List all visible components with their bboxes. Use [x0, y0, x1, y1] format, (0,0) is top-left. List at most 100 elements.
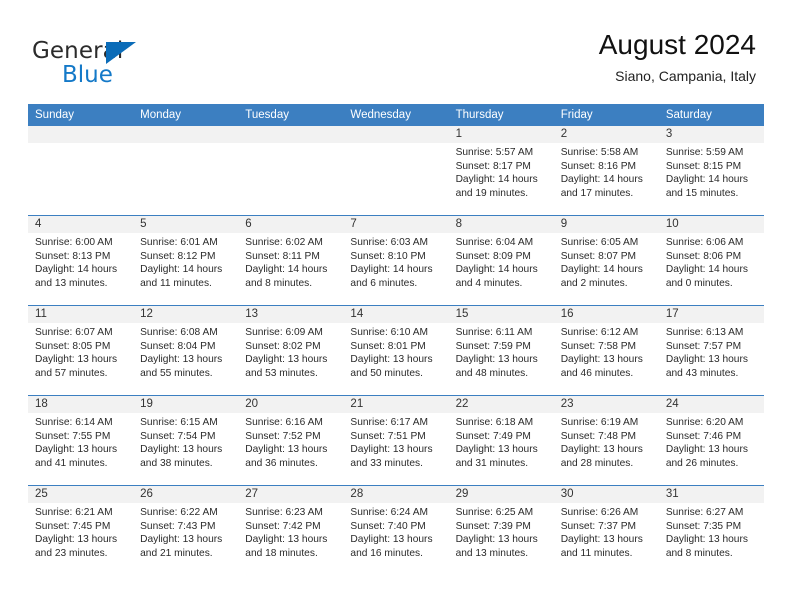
day-details: Sunrise: 6:16 AM Sunset: 7:52 PM Daylight:…	[238, 413, 343, 470]
daylight-text-line1: Daylight: 13 hours	[455, 534, 538, 546]
day-details: Sunrise: 6:11 AM Sunset: 7:59 PM Daylight:…	[449, 323, 554, 380]
day-number: 16	[560, 308, 574, 320]
day-cell[interactable]: 21 Sunrise: 6:17 AM Sunset: 7:51 PM Dayligh…	[343, 396, 449, 485]
sunset-text: Sunset: 7:42 PM	[245, 520, 321, 532]
sunrise-text: Sunrise: 6:17 AM	[350, 417, 429, 428]
day-number: 24	[665, 398, 679, 410]
day-cell[interactable]: 13 Sunrise: 6:09 AM Sunset: 8:02 PM Dayligh…	[238, 306, 344, 395]
day-details: Sunrise: 6:24 AM Sunset: 7:40 PM Daylight:…	[343, 503, 448, 560]
daylight-text-line1: Daylight: 14 hours	[350, 264, 433, 276]
daylight-text-line2: and 0 minutes.	[665, 277, 733, 289]
daylight-text-line2: and 28 minutes.	[560, 457, 634, 469]
day-details: Sunrise: 6:17 AM Sunset: 7:51 PM Daylight:…	[343, 413, 448, 470]
sunset-text: Sunset: 7:54 PM	[140, 430, 216, 442]
day-cell[interactable]: 7 Sunrise: 6:03 AM Sunset: 8:10 PM Daylight…	[343, 216, 449, 305]
sunset-text: Sunset: 7:55 PM	[35, 430, 111, 442]
day-details: Sunrise: 6:00 AM Sunset: 8:13 PM Daylight:…	[28, 233, 133, 290]
daylight-text-line1: Daylight: 14 hours	[140, 264, 223, 276]
day-cell[interactable]: 16 Sunrise: 6:12 AM Sunset: 7:58 PM Dayligh…	[553, 306, 659, 395]
day-cell[interactable]: 22 Sunrise: 6:18 AM Sunset: 7:49 PM Dayligh…	[448, 396, 554, 485]
day-cell[interactable]: 27 Sunrise: 6:23 AM Sunset: 7:42 PM Dayligh…	[238, 486, 344, 575]
day-number: 1	[455, 128, 462, 140]
day-cell[interactable]: 23 Sunrise: 6:19 AM Sunset: 7:48 PM Dayligh…	[553, 396, 659, 485]
daylight-text-line2: and 17 minutes.	[560, 187, 634, 199]
day-cell[interactable]: 6 Sunrise: 6:02 AM Sunset: 8:11 PM Daylight…	[238, 216, 344, 305]
daylight-text-line1: Daylight: 14 hours	[455, 174, 538, 186]
day-details: Sunrise: 6:02 AM Sunset: 8:11 PM Daylight:…	[238, 233, 343, 290]
daylight-text-line1: Daylight: 13 hours	[560, 444, 643, 456]
day-number: 30	[560, 488, 574, 500]
day-number: 10	[665, 218, 679, 230]
day-cell[interactable]: 25 Sunrise: 6:21 AM Sunset: 7:45 PM Dayligh…	[28, 486, 134, 575]
day-number-band: 29	[448, 486, 554, 503]
sunrise-text: Sunrise: 6:21 AM	[35, 507, 113, 518]
daylight-text-line1: Daylight: 13 hours	[350, 534, 433, 546]
day-cell[interactable]: 26 Sunrise: 6:22 AM Sunset: 7:43 PM Dayligh…	[133, 486, 239, 575]
day-cell[interactable]: 1 Sunrise: 5:57 AM Sunset: 8:17 PM Daylight…	[448, 126, 554, 215]
day-cell[interactable]: 14 Sunrise: 6:10 AM Sunset: 8:01 PM Dayligh…	[343, 306, 449, 395]
day-cell[interactable]: 8 Sunrise: 6:04 AM Sunset: 8:09 PM Daylight…	[448, 216, 554, 305]
day-number-band: 14	[343, 306, 449, 323]
day-details: Sunrise: 6:06 AM Sunset: 8:06 PM Daylight:…	[659, 233, 764, 290]
day-cell-empty	[343, 126, 449, 215]
day-number: 12	[140, 308, 153, 320]
day-cell[interactable]: 5 Sunrise: 6:01 AM Sunset: 8:12 PM Daylight…	[133, 216, 239, 305]
daylight-text-line1: Daylight: 13 hours	[140, 354, 223, 366]
day-cell[interactable]: 20 Sunrise: 6:16 AM Sunset: 7:52 PM Dayligh…	[238, 396, 344, 485]
daylight-text-line2: and 31 minutes.	[455, 457, 529, 469]
day-number: 15	[455, 308, 469, 320]
sunset-text: Sunset: 7:35 PM	[665, 520, 742, 532]
day-cell[interactable]: 17 Sunrise: 6:13 AM Sunset: 7:57 PM Dayligh…	[658, 306, 764, 395]
sunset-text: Sunset: 8:09 PM	[455, 250, 531, 262]
daylight-text-line2: and 48 minutes.	[455, 367, 529, 379]
day-details: Sunrise: 5:58 AM Sunset: 8:16 PM Daylight:…	[554, 143, 659, 200]
weekday-header-sunday: Sunday	[35, 109, 75, 121]
day-number-band: 18	[28, 396, 134, 413]
day-details: Sunrise: 6:03 AM Sunset: 8:10 PM Daylight:…	[343, 233, 448, 290]
day-cell[interactable]: 28 Sunrise: 6:24 AM Sunset: 7:40 PM Dayligh…	[343, 486, 449, 575]
daylight-text-line2: and 33 minutes.	[350, 457, 423, 469]
day-number: 8	[455, 218, 462, 230]
day-details: Sunrise: 6:19 AM Sunset: 7:48 PM Daylight:…	[554, 413, 659, 470]
sunrise-text: Sunrise: 6:26 AM	[560, 507, 639, 518]
day-number-band: 23	[553, 396, 659, 413]
day-cell[interactable]: 31 Sunrise: 6:27 AM Sunset: 7:35 PM Dayligh…	[658, 486, 764, 575]
day-details: Sunrise: 6:01 AM Sunset: 8:12 PM Daylight:…	[133, 233, 238, 290]
day-cell[interactable]: 30 Sunrise: 6:26 AM Sunset: 7:37 PM Dayligh…	[553, 486, 659, 575]
day-number: 20	[245, 398, 259, 410]
day-cell[interactable]: 9 Sunrise: 6:05 AM Sunset: 8:07 PM Daylight…	[553, 216, 659, 305]
day-cell[interactable]: 24 Sunrise: 6:20 AM Sunset: 7:46 PM Dayligh…	[658, 396, 764, 485]
day-number: 17	[665, 308, 679, 320]
day-cell[interactable]: 11 Sunrise: 6:07 AM Sunset: 8:05 PM Dayligh…	[28, 306, 134, 395]
day-number-band: 15	[448, 306, 554, 323]
generalblue-logo[interactable]: General Blue	[32, 38, 252, 88]
day-cell[interactable]: 12 Sunrise: 6:08 AM Sunset: 8:04 PM Dayligh…	[133, 306, 239, 395]
day-cell[interactable]: 3 Sunrise: 5:59 AM Sunset: 8:15 PM Daylight…	[658, 126, 764, 215]
day-cell[interactable]: 29 Sunrise: 6:25 AM Sunset: 7:39 PM Dayligh…	[448, 486, 554, 575]
day-cell[interactable]: 19 Sunrise: 6:15 AM Sunset: 7:54 PM Dayligh…	[133, 396, 239, 485]
day-cell[interactable]: 18 Sunrise: 6:14 AM Sunset: 7:55 PM Dayligh…	[28, 396, 134, 485]
day-number-band: 13	[238, 306, 344, 323]
weekday-header-row: Sunday Monday Tuesday Wednesday Thursday…	[28, 104, 764, 126]
sunrise-text: Sunrise: 6:11 AM	[455, 327, 533, 338]
day-details: Sunrise: 6:20 AM Sunset: 7:46 PM Daylight:…	[659, 413, 764, 470]
day-number: 9	[560, 218, 568, 230]
weekday-header-saturday: Saturday	[665, 109, 712, 121]
day-cell[interactable]: 10 Sunrise: 6:06 AM Sunset: 8:06 PM Dayligh…	[658, 216, 764, 305]
daylight-text-line2: and 36 minutes.	[245, 457, 318, 469]
sunset-text: Sunset: 8:05 PM	[35, 340, 111, 352]
daylight-text-line1: Daylight: 13 hours	[350, 444, 433, 456]
day-cell[interactable]: 4 Sunrise: 6:00 AM Sunset: 8:13 PM Daylight…	[28, 216, 134, 305]
day-cell[interactable]: 2 Sunrise: 5:58 AM Sunset: 8:16 PM Daylight…	[553, 126, 659, 215]
sunset-text: Sunset: 8:01 PM	[350, 340, 426, 352]
day-cell[interactable]: 15 Sunrise: 6:11 AM Sunset: 7:59 PM Dayligh…	[448, 306, 554, 395]
sunset-text: Sunset: 8:10 PM	[350, 250, 426, 262]
calendar-weeks: 1 Sunrise: 5:57 AM Sunset: 8:17 PM Daylight…	[28, 126, 764, 575]
day-number-band: 24	[658, 396, 764, 413]
daylight-text-line2: and 4 minutes.	[455, 277, 523, 289]
daylight-text-line2: and 50 minutes.	[350, 367, 423, 379]
day-number-band: 3	[658, 126, 764, 143]
day-cell-empty	[238, 126, 344, 215]
daylight-text-line2: and 38 minutes.	[140, 457, 213, 469]
day-details: Sunrise: 6:10 AM Sunset: 8:01 PM Daylight:…	[343, 323, 448, 380]
